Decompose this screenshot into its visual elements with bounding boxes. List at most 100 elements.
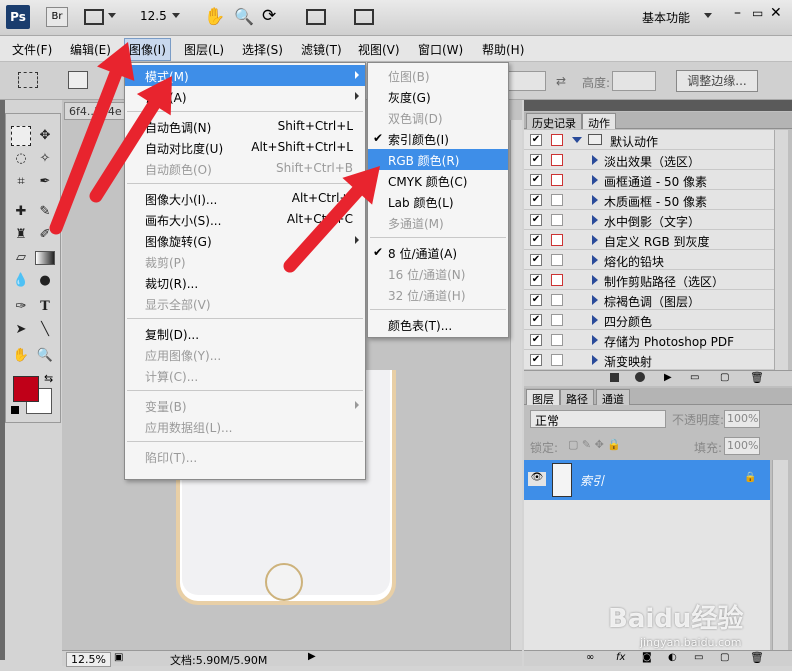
vertical-scrollbar[interactable]	[510, 120, 522, 650]
default-colors-icon[interactable]	[11, 406, 19, 414]
action-row[interactable]: ✔ 存储为 Photoshop PDF	[524, 330, 774, 350]
gradient-icon[interactable]	[35, 251, 55, 265]
zoom-tool-icon[interactable]: 🔍	[35, 346, 55, 366]
image-menu-item[interactable]: 应用图像(Y)...	[125, 344, 365, 365]
hand-tool-icon[interactable]: ✋	[11, 346, 31, 366]
image-menu-item[interactable]: 自动颜色(O) Shift+Ctrl+B	[125, 158, 365, 179]
dialog-toggle-icon[interactable]	[551, 354, 563, 366]
mode-menu-item[interactable]: 多通道(M)	[368, 212, 508, 233]
play-triangle-icon[interactable]	[592, 255, 598, 265]
action-row[interactable]: ✔ 渐变映射	[524, 350, 774, 370]
play-triangle-icon[interactable]	[592, 295, 598, 305]
adjustment-icon[interactable]: ◐	[668, 652, 677, 663]
chevron-down-icon[interactable]	[172, 13, 180, 18]
checkbox-icon[interactable]: ✔	[530, 134, 542, 146]
pen-icon[interactable]: ✑	[11, 297, 31, 317]
mode-menu-item[interactable]: Lab 颜色(L)	[368, 191, 508, 212]
ps-logo[interactable]: Ps	[6, 5, 30, 29]
foreground-color-swatch[interactable]	[13, 376, 39, 402]
mode-menu-item[interactable]: ✔ 索引颜色(I)	[368, 128, 508, 149]
dodge-icon[interactable]: ●	[35, 271, 55, 291]
lasso-tool-icon[interactable]: ◌	[11, 149, 31, 169]
move-tool-icon[interactable]: ✥	[35, 126, 55, 146]
action-row[interactable]: ✔ 水中倒影（文字）	[524, 210, 774, 230]
play-triangle-icon[interactable]	[592, 315, 598, 325]
blend-mode-select[interactable]: 正常	[530, 410, 666, 428]
image-menu-item[interactable]: 复制(D)...	[125, 323, 365, 344]
play-triangle-icon[interactable]	[592, 195, 598, 205]
play-triangle-icon[interactable]	[592, 235, 598, 245]
play-triangle-icon[interactable]	[592, 335, 598, 345]
image-menu-item[interactable]: 陷印(T)...	[125, 446, 365, 467]
image-menu-item[interactable]: 图像大小(I)... Alt+Ctrl+I	[125, 188, 365, 209]
image-menu-item[interactable]: 应用数据组(L)...	[125, 416, 365, 437]
dialog-toggle-icon[interactable]	[551, 134, 563, 146]
image-menu-item[interactable]: 显示全部(V)	[125, 293, 365, 314]
action-row[interactable]: ✔ 自定义 RGB 到灰度	[524, 230, 774, 250]
visibility-eye-icon[interactable]: 👁	[528, 472, 546, 486]
zoom-readout[interactable]: 12.5%	[66, 652, 111, 667]
dialog-toggle-icon[interactable]	[551, 294, 563, 306]
dialog-toggle-icon[interactable]	[551, 214, 563, 226]
brush-icon[interactable]: ✎	[35, 202, 55, 222]
menu-image[interactable]: 图像(I)	[124, 38, 171, 61]
mode-menu-item[interactable]: 灰度(G)	[368, 86, 508, 107]
link-layers-icon[interactable]: ∞	[586, 652, 594, 663]
image-menu-item[interactable]: 画布大小(S)... Alt+Ctrl+C	[125, 209, 365, 230]
restore-button[interactable]: ▭	[752, 6, 763, 20]
folder-icon[interactable]: ▭	[690, 372, 699, 383]
workspace-switcher[interactable]: 基本功能	[642, 9, 690, 26]
swap-icon[interactable]: ⇄	[556, 74, 566, 88]
action-row[interactable]: ✔ 熔化的铅块	[524, 250, 774, 270]
image-menu-item[interactable]: 自动色调(N) Shift+Ctrl+L	[125, 116, 365, 137]
actions-scrollbar[interactable]	[774, 130, 788, 370]
play-icon[interactable]: ▶	[664, 372, 672, 383]
checkbox-icon[interactable]: ✔	[530, 334, 542, 346]
zoom-level-select[interactable]: 12.5	[140, 9, 167, 23]
new-action-icon[interactable]: ▢	[720, 372, 729, 383]
tab-actions[interactable]: 动作	[582, 113, 616, 130]
image-menu-item[interactable]: 图像旋转(G)	[125, 230, 365, 251]
marquee-tool-icon[interactable]	[11, 126, 31, 146]
menu-select[interactable]: 选择(S)	[242, 41, 283, 58]
tab-history[interactable]: 历史记录	[526, 113, 582, 130]
status-arrow-icon[interactable]: ▶	[308, 651, 316, 662]
opacity-input[interactable]: 100%	[724, 410, 760, 428]
eraser-icon[interactable]: ▱	[11, 248, 31, 268]
dialog-toggle-icon[interactable]	[551, 194, 563, 206]
stop-icon[interactable]	[610, 373, 619, 382]
path-select-icon[interactable]: ➤	[11, 320, 31, 340]
layer-row[interactable]: 👁 索引 🔒	[524, 460, 770, 500]
image-menu-item[interactable]: 变量(B)	[125, 395, 365, 416]
layers-scrollbar[interactable]	[772, 460, 788, 650]
lock-icons[interactable]: ▢ ✎ ✥ 🔒	[568, 438, 621, 451]
trash-icon[interactable]: 🗑	[750, 371, 764, 384]
mode-menu-item[interactable]: 位图(B)	[368, 65, 508, 86]
zoom-icon[interactable]: 🔍	[234, 7, 254, 26]
action-row[interactable]: ✔ 画框通道 - 50 像素	[524, 170, 774, 190]
play-triangle-icon[interactable]	[592, 355, 598, 365]
status-icon[interactable]: ▣	[114, 652, 123, 663]
height-input[interactable]	[612, 71, 656, 91]
new-layer-icon[interactable]: ▢	[720, 652, 729, 663]
record-icon[interactable]	[635, 372, 645, 382]
dialog-toggle-icon[interactable]	[551, 314, 563, 326]
image-menu-item[interactable]: 裁切(R)...	[125, 272, 365, 293]
chevron-down-icon[interactable]	[704, 13, 712, 18]
fill-input[interactable]: 100%	[724, 437, 760, 455]
mask-icon[interactable]: ◙	[642, 652, 652, 663]
menu-edit[interactable]: 编辑(E)	[70, 41, 111, 58]
menu-help[interactable]: 帮助(H)	[482, 41, 524, 58]
image-menu-item[interactable]: 计算(C)...	[125, 365, 365, 386]
play-triangle-icon[interactable]	[592, 275, 598, 285]
checkbox-icon[interactable]: ✔	[530, 214, 542, 226]
crop-tool-icon[interactable]: ⌗	[11, 172, 31, 192]
play-triangle-icon[interactable]	[592, 155, 598, 165]
checkbox-icon[interactable]: ✔	[530, 314, 542, 326]
new-selection-icon[interactable]	[68, 71, 88, 89]
action-row[interactable]: ✔ 木质画框 - 50 像素	[524, 190, 774, 210]
play-triangle-icon[interactable]	[592, 215, 598, 225]
refine-edge-button[interactable]: 调整边缘...	[676, 70, 758, 92]
bridge-button[interactable]: Br	[46, 7, 68, 27]
history-brush-icon[interactable]: ✐	[35, 225, 55, 245]
